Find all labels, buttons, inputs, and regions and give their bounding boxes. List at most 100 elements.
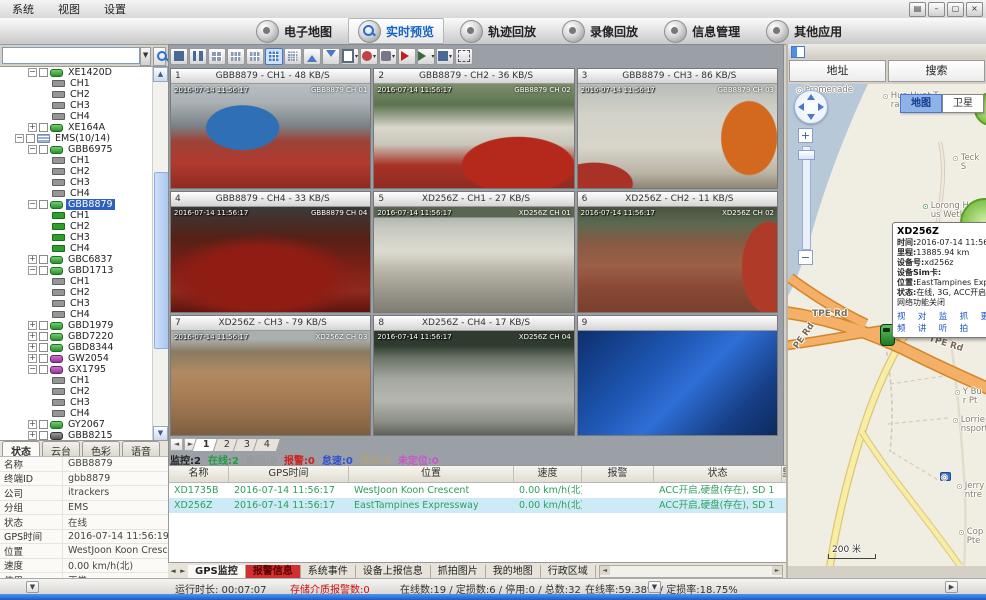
chevron-down-icon[interactable]: ▼: [140, 47, 151, 66]
search-button[interactable]: 搜索: [888, 60, 985, 82]
video-cell[interactable]: 8 XD256Z - CH4 - 17 KB/S 2016-07-14 11:5…: [373, 315, 574, 436]
scroll-left-icon[interactable]: ◄: [600, 566, 610, 575]
tree-row[interactable]: CH3: [0, 100, 168, 111]
tree-expander-icon[interactable]: [28, 332, 37, 341]
video-toolbar-button[interactable]: ▾: [208, 48, 226, 65]
toolbar-button[interactable]: 电子地图: [246, 18, 342, 44]
status-tab[interactable]: 状态: [2, 441, 40, 457]
tree-row[interactable]: GBD8344: [0, 342, 168, 353]
table-row[interactable]: XD256Z 2016-07-14 11:56:17 EastTampines …: [169, 498, 787, 513]
column-header[interactable]: 速度: [514, 466, 582, 482]
scrollbar-thumb[interactable]: [154, 172, 169, 349]
collapse-right-panel-icon[interactable]: ▶: [945, 581, 958, 593]
video-cell[interactable]: 7 XD256Z - CH3 - 79 KB/S 2016-07-14 11:5…: [170, 315, 371, 436]
page-tab[interactable]: 4: [253, 438, 281, 451]
video-toolbar-button[interactable]: ▾: [170, 48, 188, 65]
video-toolbar-button[interactable]: ▾: [379, 48, 397, 65]
tree-checkbox[interactable]: [39, 343, 48, 352]
tree-row[interactable]: EMS(10/14): [0, 133, 168, 144]
map-type-map[interactable]: 地图: [900, 94, 942, 113]
tree-checkbox[interactable]: [39, 255, 48, 264]
window-control-icon[interactable]: ▢: [947, 2, 964, 17]
tree-expander-icon[interactable]: [28, 200, 37, 209]
tabs-prev-icon[interactable]: ◄: [168, 565, 178, 577]
zoom-slider-thumb[interactable]: [798, 150, 815, 160]
scroll-right-icon[interactable]: ►: [772, 566, 782, 575]
video-feed[interactable]: 2016-07-14 11:56:17 XD256Z CH 02: [578, 207, 777, 311]
status-tab[interactable]: 云台: [42, 441, 80, 457]
tree-row[interactable]: CH2: [0, 221, 168, 232]
toolbar-button[interactable]: 轨迹回放: [450, 18, 546, 44]
tree-expander-icon[interactable]: [28, 431, 37, 440]
video-feed[interactable]: 2016-07-14 11:56:17 XD256Z CH 04: [374, 331, 573, 435]
bottom-tab[interactable]: GPS监控: [188, 565, 246, 578]
column-header[interactable]: GPS时间: [229, 466, 349, 482]
collapse-left-panel-icon[interactable]: ▼: [26, 581, 39, 593]
tree-expander-icon[interactable]: [28, 343, 37, 352]
tree-row[interactable]: GY2067: [0, 419, 168, 430]
tree-row[interactable]: CH4: [0, 243, 168, 254]
video-feed[interactable]: 2016-07-14 11:56:17 XD256Z CH 01: [374, 207, 573, 311]
tree-checkbox[interactable]: [39, 365, 48, 374]
video-toolbar-button[interactable]: ▾: [322, 48, 340, 65]
window-control-icon[interactable]: –: [928, 2, 945, 17]
panel-toggle-icon[interactable]: [791, 46, 805, 58]
column-header[interactable]: 状态: [654, 466, 782, 482]
tree-row[interactable]: CH4: [0, 188, 168, 199]
video-feed[interactable]: 2016-07-14 11:56:17 GBB8879 CH 01: [171, 84, 370, 188]
tree-row[interactable]: GBD7220: [0, 331, 168, 342]
video-cell[interactable]: 1 GBB8879 - CH1 - 48 KB/S 2016-07-14 11:…: [170, 68, 371, 189]
tree-checkbox[interactable]: [39, 68, 48, 77]
status-tab[interactable]: 语音: [122, 441, 160, 457]
tree-row[interactable]: GBD1979: [0, 320, 168, 331]
menu-item[interactable]: 视图: [46, 0, 92, 18]
bottom-tab[interactable]: 报警信息: [246, 565, 301, 578]
video-feed[interactable]: 2016-07-14 11:56:17 GBB8879 CH 03: [578, 84, 777, 188]
tree-expander-icon[interactable]: [28, 145, 37, 154]
tree-row[interactable]: CH2: [0, 386, 168, 397]
scroll-down-icon[interactable]: ▼: [153, 426, 168, 441]
video-cell[interactable]: 2 GBB8879 - CH2 - 36 KB/S 2016-07-14 11:…: [373, 68, 574, 189]
page-prev-icon[interactable]: ◄: [170, 438, 183, 451]
tree-row[interactable]: CH2: [0, 166, 168, 177]
video-feed[interactable]: 2016-07-14 11:56:17 XD256Z CH 03: [171, 331, 370, 435]
tree-expander-icon[interactable]: [28, 255, 37, 264]
video-toolbar-button[interactable]: ▾: [341, 48, 359, 65]
zoom-out-icon[interactable]: −: [798, 250, 813, 265]
popup-action-link[interactable]: 视频: [897, 310, 914, 334]
video-toolbar-button[interactable]: ▾: [246, 48, 264, 65]
pan-down-icon[interactable]: [807, 114, 815, 120]
tree-checkbox[interactable]: [39, 431, 48, 440]
tree-checkbox[interactable]: [39, 321, 48, 330]
tree-row[interactable]: GX1795: [0, 364, 168, 375]
menu-item[interactable]: 系统: [0, 0, 46, 18]
popup-action-link[interactable]: 监听: [939, 310, 956, 334]
tree-expander-icon[interactable]: [28, 420, 37, 429]
pan-left-icon[interactable]: [798, 103, 804, 111]
video-toolbar-button[interactable]: ▾: [265, 48, 283, 65]
video-toolbar-button[interactable]: ▾: [303, 48, 321, 65]
tree-row[interactable]: CH2: [0, 89, 168, 100]
video-cell[interactable]: 9: [577, 315, 778, 436]
video-cell[interactable]: 6 XD256Z - CH2 - 11 KB/S 2016-07-14 11:5…: [577, 191, 778, 312]
tree-row[interactable]: XE164A: [0, 122, 168, 133]
tree-expander-icon[interactable]: [28, 266, 37, 275]
popup-action-link[interactable]: 对讲: [918, 310, 935, 334]
bottom-tab[interactable]: 我的地图: [486, 565, 541, 578]
tree-checkbox[interactable]: [39, 123, 48, 132]
tree-expander-icon[interactable]: [28, 321, 37, 330]
tree-row[interactable]: CH1: [0, 155, 168, 166]
toolbar-button[interactable]: 信息管理: [654, 18, 750, 44]
video-toolbar-button[interactable]: ▾: [360, 48, 378, 65]
video-toolbar-button[interactable]: ▾: [227, 48, 245, 65]
video-toolbar-button[interactable]: ▾: [398, 48, 416, 65]
tree-checkbox[interactable]: [39, 200, 48, 209]
window-control-icon[interactable]: ▤: [909, 2, 926, 17]
tree-expander-icon[interactable]: [15, 134, 24, 143]
tree-checkbox[interactable]: [39, 266, 48, 275]
zoom-slider[interactable]: [802, 146, 811, 250]
tree-row[interactable]: CH3: [0, 397, 168, 408]
column-header[interactable]: 报警: [582, 466, 654, 482]
tree-row[interactable]: CH4: [0, 111, 168, 122]
video-toolbar-button[interactable]: ▾: [455, 48, 473, 65]
